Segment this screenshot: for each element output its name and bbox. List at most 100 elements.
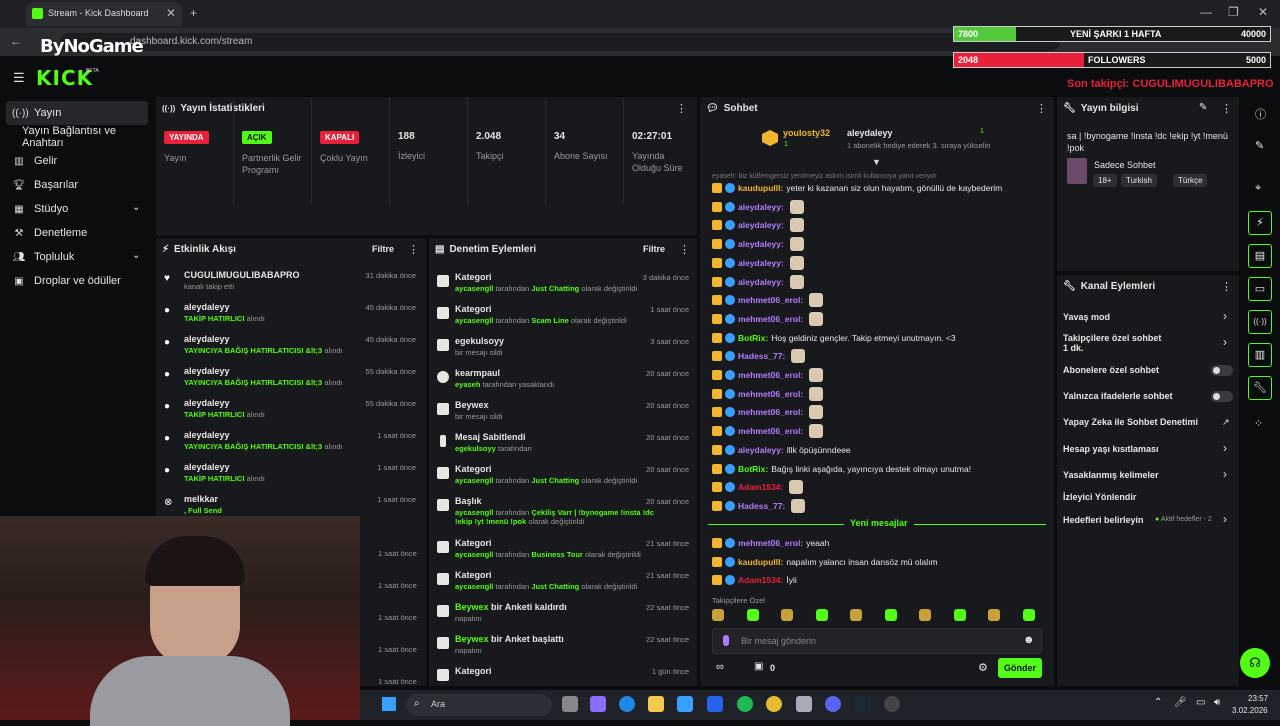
mod-user[interactable]: eyaseh — [455, 380, 480, 389]
more-options-icon[interactable]: ⋮ — [408, 243, 419, 256]
taskbar-search[interactable]: ⌕ Ara — [406, 694, 552, 716]
task-view-icon[interactable] — [562, 696, 578, 712]
mod-user[interactable]: egekulsoyy — [455, 444, 496, 453]
sidebar-item-yayin[interactable]: ((·)) Yayın — [6, 101, 148, 125]
discord-icon[interactable] — [825, 696, 841, 712]
chat-settings-icon[interactable]: ⚙ — [978, 661, 988, 674]
activity-user[interactable]: aleydaleyy — [184, 462, 230, 472]
sidebar-item-topluluk[interactable]: 👥︎ Topluluk ⌄ — [0, 245, 154, 269]
more-dots-icon[interactable]: ⁘ — [1254, 417, 1263, 430]
follower-only-row[interactable]: Takipçilere özel sohbet 1 dk. — [1063, 333, 1233, 353]
mod-user[interactable]: aycasengll — [455, 582, 493, 591]
gifter-name[interactable]: youlosty32 — [783, 128, 830, 138]
app-icon[interactable] — [796, 696, 812, 712]
close-window-icon[interactable]: ✕ — [1258, 5, 1268, 19]
tag-badge[interactable]: Turkish — [1121, 174, 1157, 187]
chat-username[interactable]: aleydaleyy: — [738, 220, 784, 230]
chat-username[interactable]: BotRix: — [738, 464, 768, 474]
windows-start-icon[interactable] — [382, 697, 396, 711]
emoji-icon[interactable]: ☻ — [1023, 634, 1035, 646]
chat-username[interactable]: Hadess_77: — [738, 351, 785, 361]
steam-icon[interactable] — [855, 696, 871, 712]
tag-badge[interactable]: 18+ — [1093, 174, 1117, 187]
emote-only-toggle[interactable] — [1211, 391, 1233, 402]
more-options-icon[interactable]: ⋮ — [1221, 102, 1232, 115]
mic-tray-icon[interactable]: 🎤︎ — [1174, 697, 1187, 708]
volume-icon[interactable]: 🔊︎ — [1214, 697, 1220, 708]
raid-row[interactable]: İzleyici Yönlendir — [1063, 492, 1233, 502]
chevron-right-icon[interactable]: › — [1223, 512, 1227, 526]
chevron-down-icon[interactable]: ▼ — [872, 157, 881, 167]
account-age-row[interactable]: Hesap yaşı kısıtlaması — [1063, 444, 1233, 454]
mail-icon[interactable] — [707, 696, 723, 712]
mod-user[interactable]: Beywex — [455, 634, 489, 644]
mod-user[interactable]: aycasengll — [455, 508, 493, 517]
broadcast-icon[interactable]: ((·)) — [1248, 310, 1272, 334]
emote-icon[interactable] — [953, 609, 966, 621]
category-name[interactable]: Sadece Sohbet — [1094, 160, 1156, 170]
chat-icon[interactable]: ▭ — [1248, 277, 1272, 301]
chevron-right-icon[interactable]: › — [1223, 335, 1227, 349]
activity-user[interactable]: aleydaleyy — [184, 334, 230, 344]
sidebar-item-denetleme[interactable]: ⚒ Denetleme — [0, 221, 154, 245]
emote-icon[interactable] — [919, 609, 931, 621]
activity-user[interactable]: aleydaleyy — [184, 430, 230, 440]
activity-filter-button[interactable]: Filtre — [372, 244, 394, 254]
emote-icon[interactable] — [781, 609, 793, 621]
more-options-icon[interactable]: ⋮ — [1221, 280, 1232, 293]
slow-mode-row[interactable]: Yavaş mod — [1063, 312, 1233, 322]
clock-date[interactable]: 3.02.2026 — [1232, 706, 1268, 715]
mod-action[interactable]: Beywex — [455, 400, 489, 410]
sidebar-item-studyo[interactable]: ▦ Stüdyo ⌄ — [0, 197, 154, 221]
more-options-icon[interactable]: ⋮ — [679, 243, 690, 256]
chat-username[interactable]: mehmet06_erol: — [738, 407, 803, 417]
wrench-icon[interactable]: 🔧︎ — [1248, 376, 1272, 400]
emote-icon[interactable] — [850, 609, 862, 621]
send-button[interactable]: Gönder — [998, 658, 1042, 678]
external-link-icon[interactable]: ↗ — [1222, 417, 1230, 428]
clock-time[interactable]: 23:57 — [1248, 694, 1268, 703]
support-icon[interactable]: ☊ — [1240, 648, 1270, 678]
chat-username[interactable]: BotRix: — [738, 333, 768, 343]
chat-username[interactable]: Hadess_77: — [738, 501, 785, 511]
emote-icon[interactable] — [988, 609, 1000, 621]
focus-icon[interactable]: ⌖ — [1255, 182, 1261, 195]
mod-action[interactable]: kearmpaul — [455, 368, 500, 378]
chat-username[interactable]: Adam1534: — [738, 575, 783, 585]
mod-user[interactable]: Beywex — [455, 602, 489, 612]
explorer-icon[interactable] — [648, 696, 664, 712]
minimize-icon[interactable]: — — [1200, 5, 1212, 19]
list-icon[interactable]: ▥ — [1248, 343, 1272, 367]
mod-user[interactable]: aycasengll — [455, 476, 493, 485]
sidebar-item-droplar[interactable]: ▣ Droplar ve ödüller — [0, 269, 154, 293]
tag-badge[interactable]: Türkçe — [1173, 174, 1208, 187]
chevron-right-icon[interactable]: › — [1223, 441, 1227, 455]
chat-username[interactable]: Adam1534: — [738, 482, 783, 492]
activity-user[interactable]: melkkar — [184, 494, 218, 504]
back-icon[interactable]: ← — [10, 34, 22, 48]
sub-only-toggle[interactable] — [1211, 365, 1233, 376]
activity-user[interactable]: CUGULIMUGULIBABAPRO — [184, 270, 300, 280]
emote-icon[interactable] — [1022, 609, 1035, 621]
activity-user[interactable]: aleydaleyy — [184, 302, 230, 312]
activity-user[interactable]: aleydaleyy — [184, 398, 230, 408]
menu-icon[interactable]: ☰ — [13, 70, 25, 86]
chat-username[interactable]: kaudupulll: — [738, 557, 783, 567]
sidebar-item-stream-key[interactable]: Yayın Bağlantısı ve Anahtarı — [0, 125, 154, 149]
mod-user[interactable]: aycasengll — [455, 550, 493, 559]
close-tab-icon[interactable]: ✕ — [166, 6, 176, 20]
emote-icon[interactable] — [884, 609, 897, 621]
chat-username[interactable]: mehmet06_erol: — [738, 389, 803, 399]
pencil-icon[interactable]: ✎ — [1255, 139, 1264, 152]
bolt-icon[interactable]: ⚡︎ — [1248, 211, 1272, 235]
ai-moderation-row[interactable]: Yapay Zeka ile Sohbet Denetimi — [1063, 417, 1233, 427]
gift-recipient[interactable]: aleydaleyy — [847, 128, 893, 138]
sidebar-item-gelir[interactable]: ▥ Gelir — [0, 149, 154, 173]
banned-words-row[interactable]: Yasaklanmış kelimeler — [1063, 470, 1233, 480]
emote-icon[interactable] — [712, 609, 724, 621]
new-tab-icon[interactable]: + — [190, 6, 197, 20]
chat-input[interactable]: Bir mesaj gönderin ☻ — [712, 628, 1042, 654]
copilot-icon[interactable] — [590, 696, 606, 712]
chat-username[interactable]: aleydaleyy: — [738, 258, 784, 268]
chat-username[interactable]: mehmet06_erol: — [738, 295, 803, 305]
